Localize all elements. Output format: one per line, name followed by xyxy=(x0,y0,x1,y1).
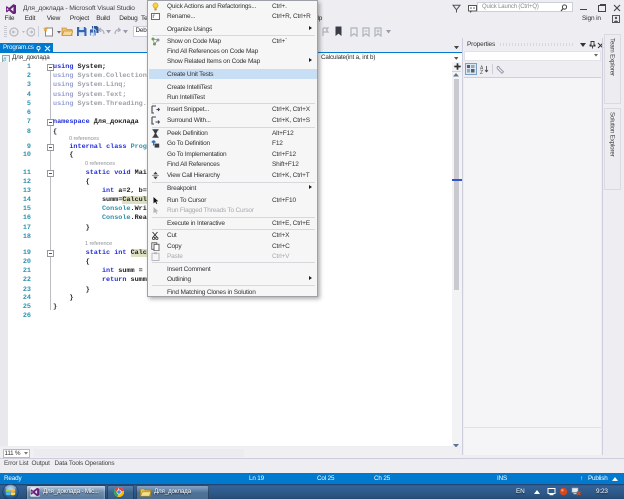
svg-text:Z: Z xyxy=(480,70,483,74)
